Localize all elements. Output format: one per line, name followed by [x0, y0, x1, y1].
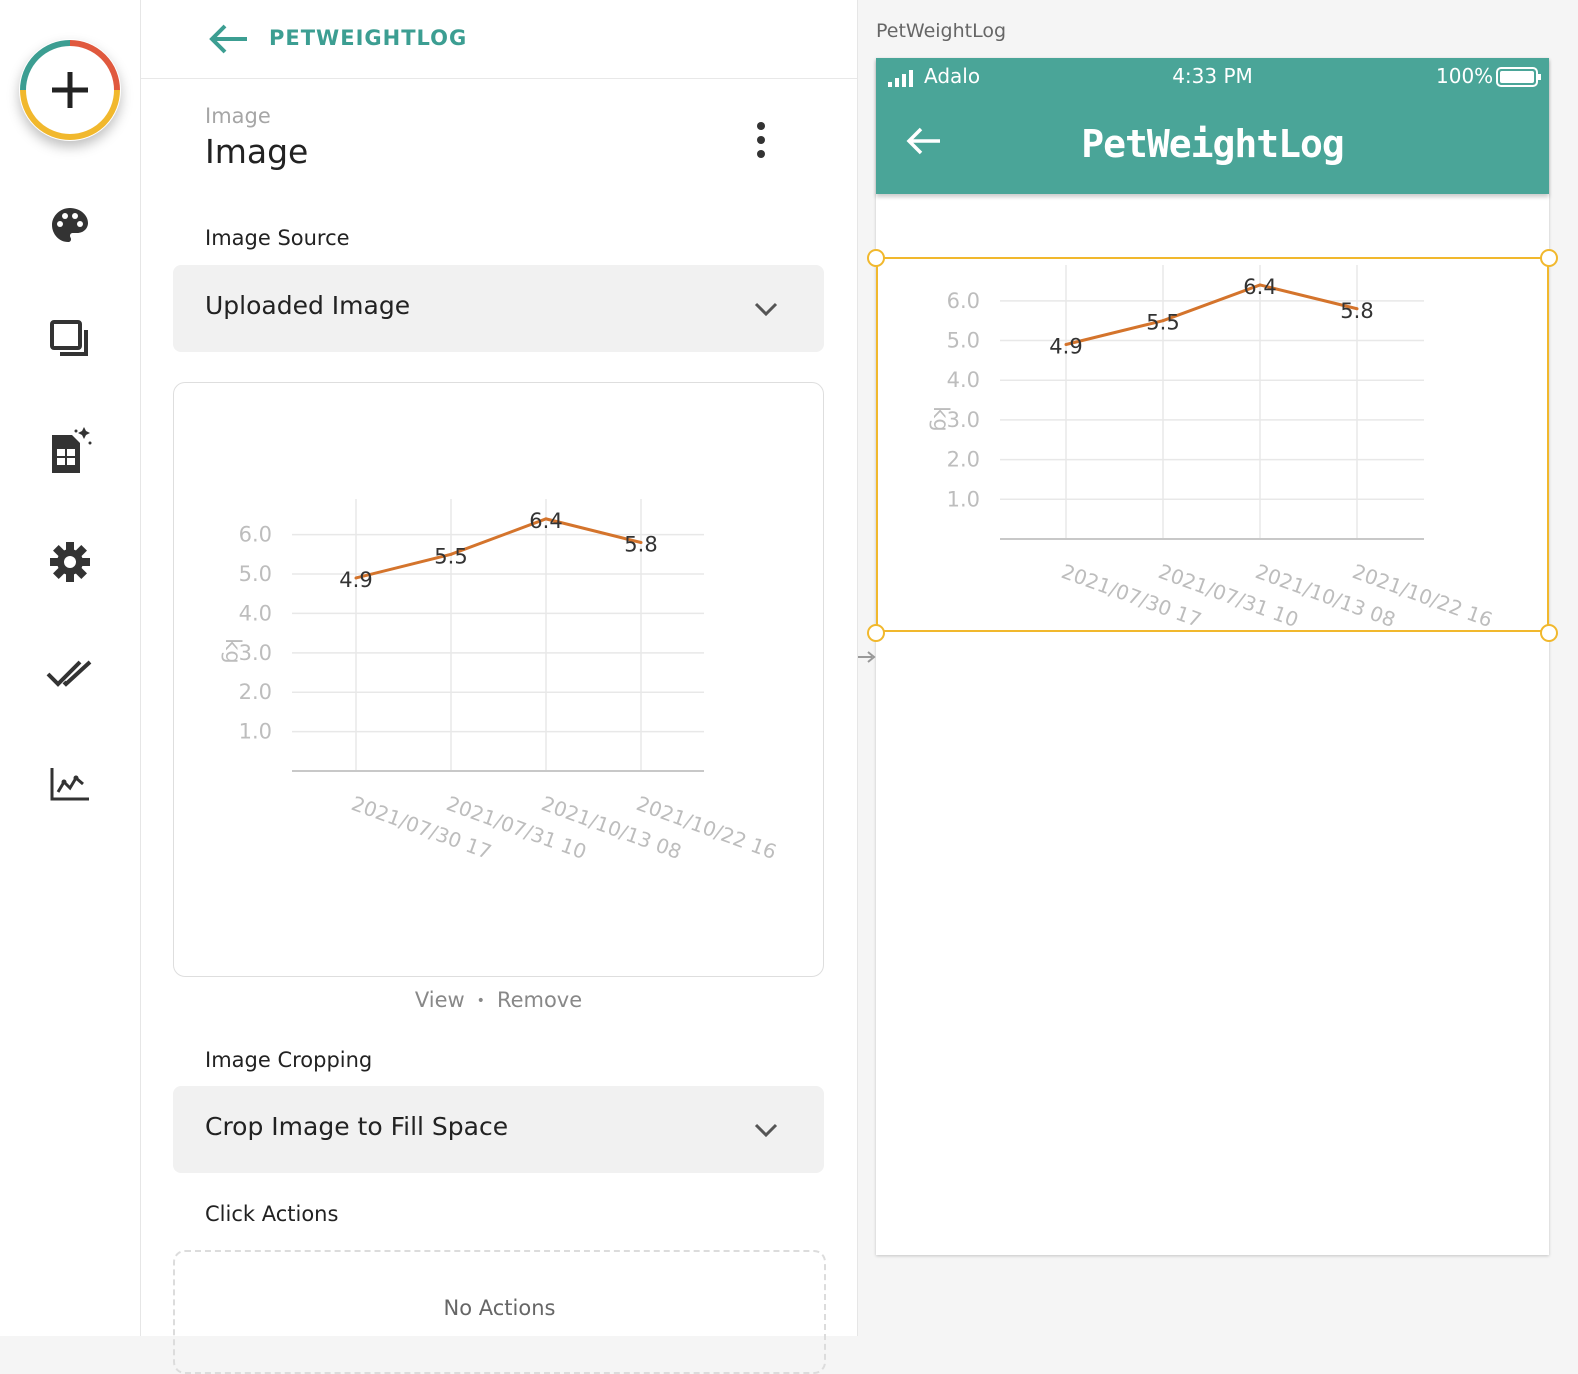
chevron-down-icon [754, 302, 778, 317]
image-links: View • Remove [173, 988, 824, 1012]
y-tick-label: 1.0 [947, 487, 980, 511]
image-cropping-label: Image Cropping [205, 1048, 373, 1072]
data-label: 5.8 [1340, 299, 1373, 323]
y-axis-label: kg [929, 406, 953, 432]
no-actions-text: No Actions [443, 1296, 556, 1320]
database-icon[interactable] [44, 424, 96, 476]
y-tick-label: 2.0 [947, 448, 980, 472]
add-action-area[interactable]: No Actions [173, 1250, 826, 1374]
chevron-down-icon [754, 1123, 778, 1138]
data-label: 5.5 [434, 544, 467, 568]
plus-icon [20, 40, 120, 140]
component-type: Image [205, 104, 271, 128]
click-actions-label: Click Actions [205, 1202, 339, 1226]
link-arrow-icon [858, 651, 876, 663]
app-name-link[interactable]: PETWEIGHTLOG [269, 26, 467, 50]
y-axis-label: kg [221, 638, 245, 664]
app-bar-title: PetWeightLog [1081, 122, 1345, 166]
chart-preview-left: 6.05.04.03.02.01.0kg4.95.56.45.82021/07/… [221, 499, 780, 864]
y-tick-label: 6.0 [947, 289, 980, 313]
gear-icon[interactable] [44, 536, 96, 588]
selected-image-component[interactable]: 6.0 5.0 4.0 3.0 2.0 1.0 kg 4.9 5.5 6.4 5.8 2021/07/… [876, 257, 1549, 632]
y-tick-label: 4.0 [239, 601, 272, 625]
left-toolbar [0, 0, 141, 1336]
chart-canvas-right: 6.05.04.03.02.01.0kg4.95.56.45.82021/07/… [929, 265, 1496, 632]
y-tick-label: 1.0 [239, 720, 272, 744]
series-line [1065, 283, 1358, 346]
screens-icon[interactable] [44, 312, 96, 364]
add-component-button[interactable] [19, 39, 121, 141]
data-label: 6.4 [529, 509, 562, 533]
y-tick-label: 5.0 [239, 562, 272, 586]
checks-icon[interactable] [44, 648, 96, 700]
panel-header: PETWEIGHTLOG [141, 0, 857, 79]
image-preview[interactable]: 6.0 5.0 4.0 3.0 2.0 1.0 kg 4.9 5.5 6.4 5.8 2021/07/… [173, 382, 824, 977]
resize-handle-top-right[interactable] [1540, 249, 1558, 267]
screen-label[interactable]: PetWeightLog [876, 20, 1006, 42]
properties-panel: PETWEIGHTLOG Image Image Image Source Up… [141, 0, 858, 1374]
image-source-value: Uploaded Image [205, 291, 411, 320]
y-tick-label: 4.0 [947, 368, 980, 392]
y-tick-label: 6.0 [239, 523, 272, 547]
analytics-icon[interactable] [44, 758, 96, 810]
remove-link[interactable]: Remove [497, 988, 582, 1012]
resize-handle-bottom-left[interactable] [867, 624, 885, 642]
image-cropping-value: Crop Image to Fill Space [205, 1112, 509, 1141]
image-cropping-select[interactable]: Crop Image to Fill Space [173, 1086, 824, 1173]
more-options-icon[interactable] [747, 118, 775, 162]
resize-handle-bottom-right[interactable] [1540, 624, 1558, 642]
app-bar: Adalo 4:33 PM 100% PetWeightLog [876, 58, 1549, 194]
phone-screen[interactable]: Adalo 4:33 PM 100% PetWeightLog [876, 58, 1549, 1255]
data-label: 5.8 [624, 533, 657, 557]
resize-handle-top-left[interactable] [867, 249, 885, 267]
battery-icon [1496, 67, 1541, 87]
data-label: 6.4 [1243, 275, 1276, 299]
view-link[interactable]: View [415, 988, 465, 1012]
series-line [355, 517, 642, 580]
back-arrow-icon[interactable] [207, 22, 249, 56]
battery-percent: 100% [1436, 64, 1494, 88]
link-separator: • [476, 993, 485, 1009]
data-label: 4.9 [339, 568, 372, 592]
image-source-select[interactable]: Uploaded Image [173, 265, 824, 352]
image-source-label: Image Source [205, 226, 350, 250]
component-title[interactable]: Image [205, 132, 308, 171]
data-label: 5.5 [1146, 311, 1179, 335]
y-tick-label: 5.0 [947, 329, 980, 353]
data-label: 4.9 [1049, 334, 1082, 358]
y-tick-label: 2.0 [239, 680, 272, 704]
palette-icon[interactable] [44, 200, 96, 252]
